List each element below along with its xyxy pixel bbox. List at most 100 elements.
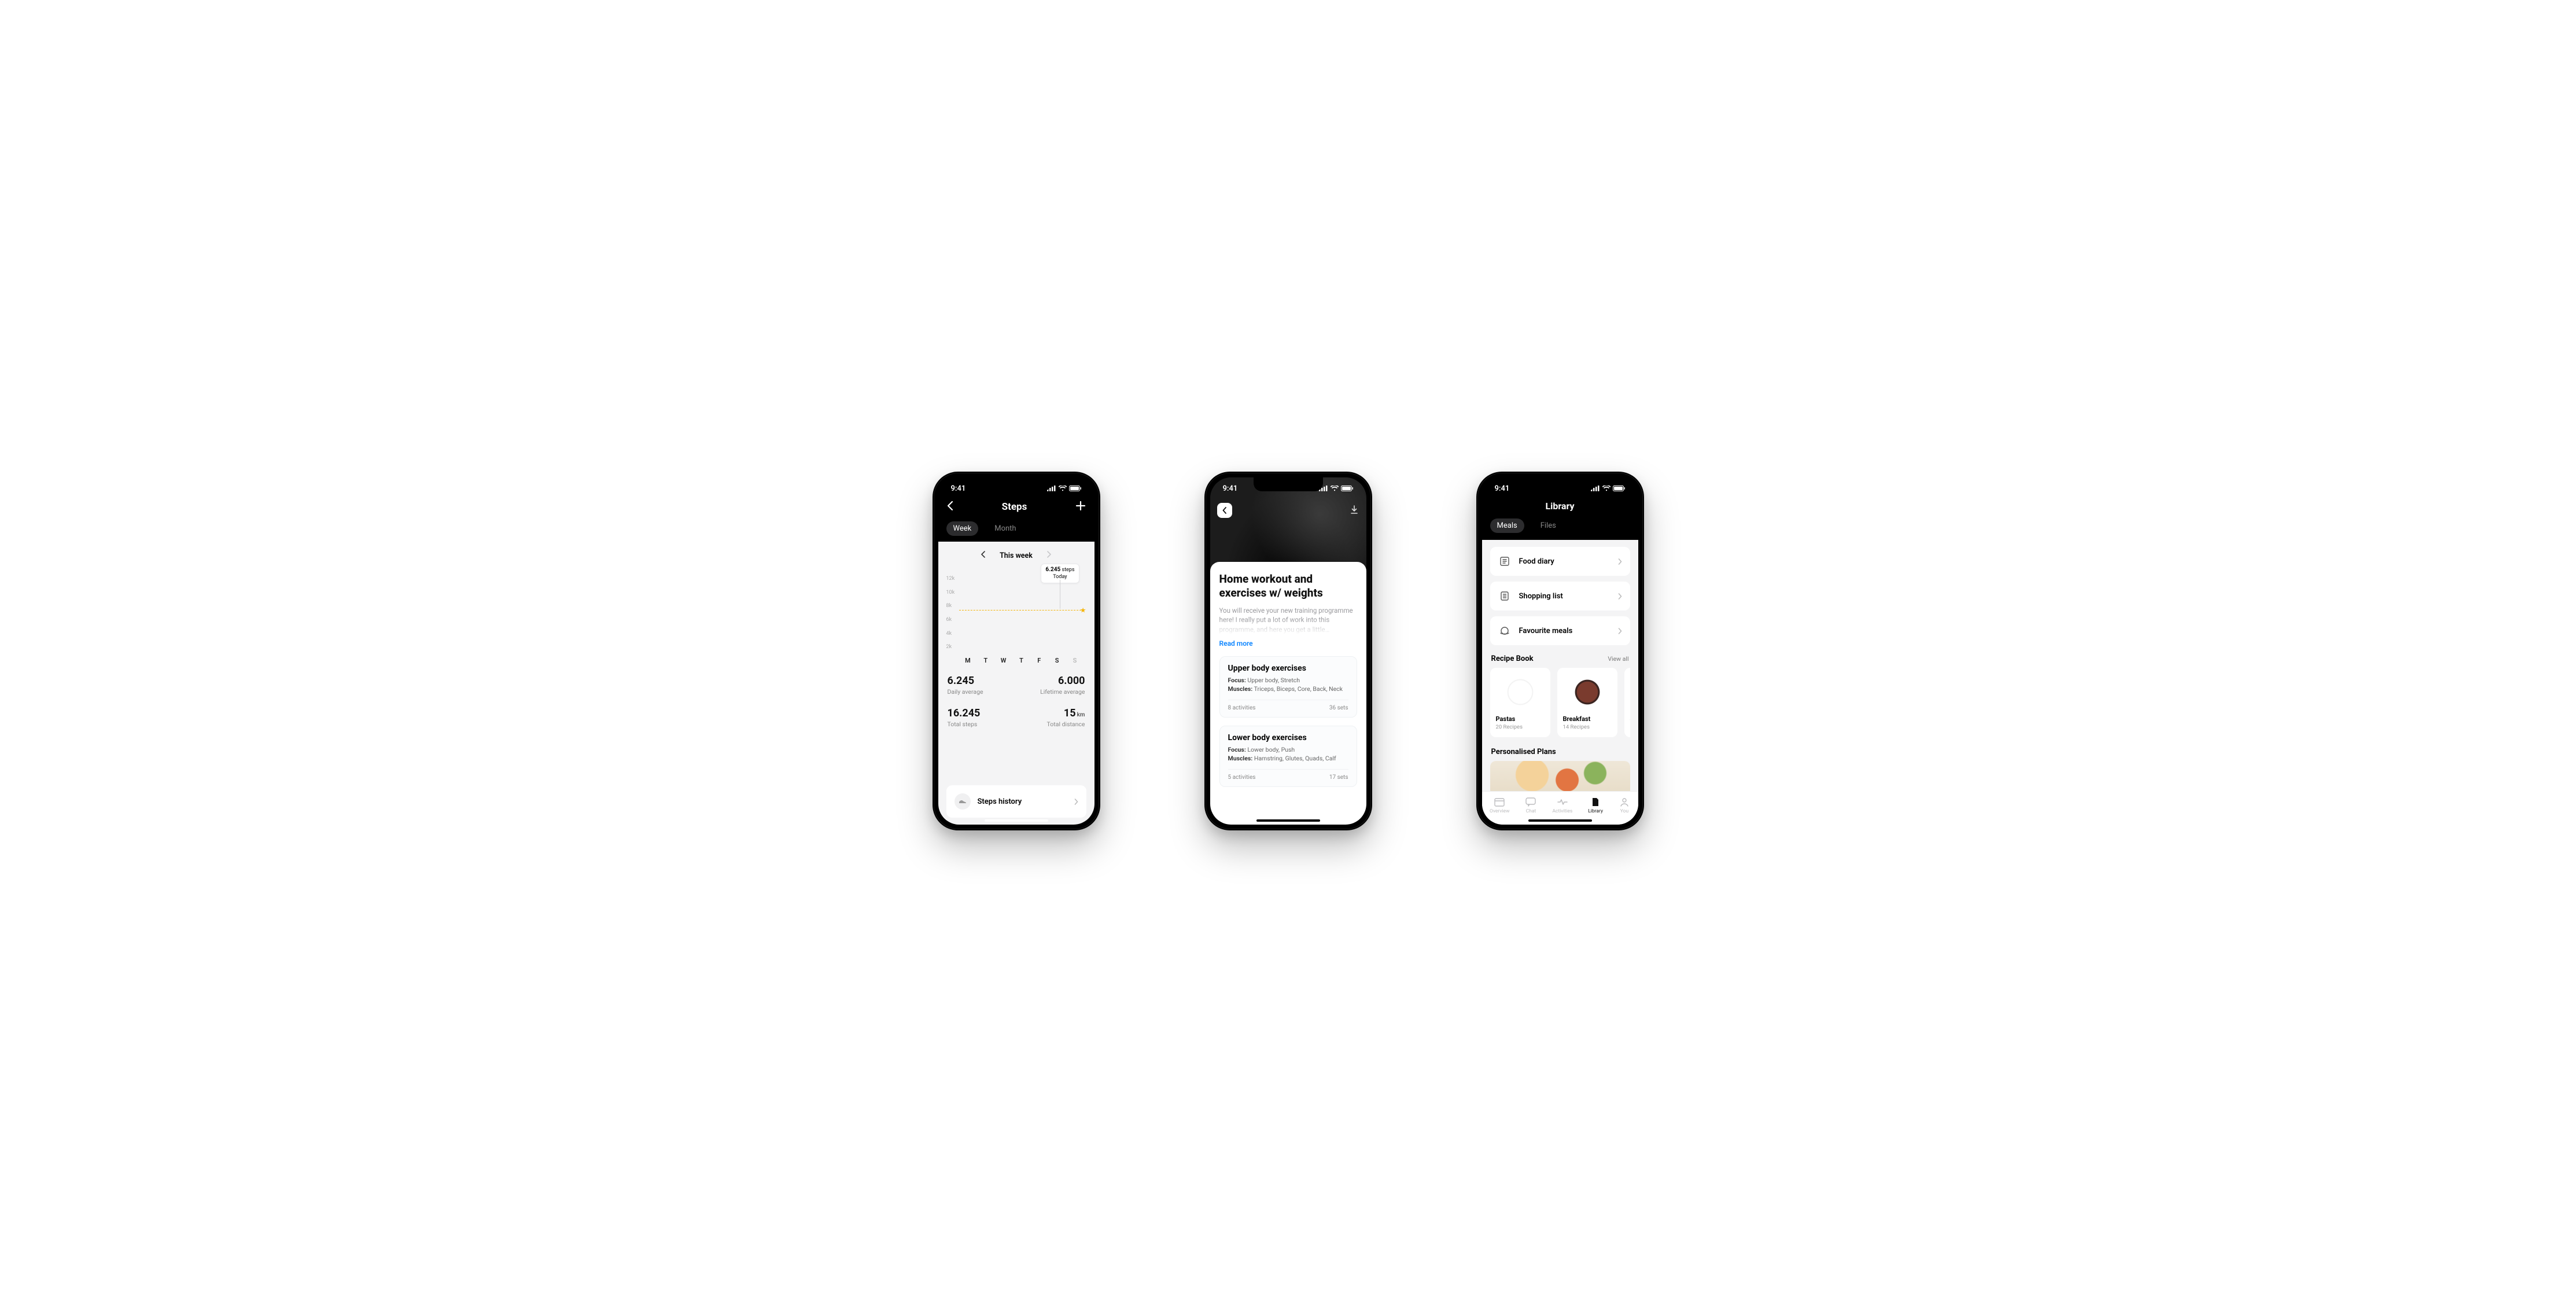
ytick: 12k	[946, 576, 955, 582]
recipe-name: Pastas	[1496, 715, 1545, 723]
steps-history-row[interactable]: Steps history	[946, 785, 1086, 818]
status-time: 9:41	[1223, 484, 1238, 493]
meta-value: Hamstring, Glutes, Quads, Calf	[1254, 755, 1336, 762]
recipe-card[interactable]: Pastas 20 Recipes	[1490, 668, 1550, 737]
chart-xaxis: M T W T F S S	[961, 657, 1082, 664]
shoe-icon	[955, 793, 971, 810]
wifi-icon	[1602, 486, 1611, 491]
recipe-card[interactable]: Smoothies 10 Recipes	[1624, 668, 1630, 737]
tab-label: You	[1620, 808, 1628, 814]
tab-chat[interactable]: Chat	[1525, 797, 1536, 814]
row-label: Food diary	[1519, 557, 1610, 566]
week-navigator: This week	[946, 551, 1086, 560]
steps-history-label: Steps history	[978, 797, 1067, 806]
phone-library: 9:41 Library Meals Files Food diary	[1476, 472, 1644, 830]
activities-count: 8 activities	[1228, 705, 1256, 711]
workout-sheet: Home workout and exercises w/ weights Yo…	[1210, 562, 1366, 825]
exercise-card-upper[interactable]: Upper body exercises Focus: Upper body, …	[1219, 656, 1357, 718]
steps-header: Steps Week Month	[938, 499, 1094, 542]
stat-value: 15	[1064, 707, 1076, 719]
row-shopping-list[interactable]: Shopping list	[1490, 582, 1630, 610]
stat-label: Total distance	[1047, 720, 1085, 728]
read-more-link[interactable]: Read more	[1219, 639, 1253, 648]
library-body: Food diary Shopping list Favourite meals…	[1482, 540, 1638, 825]
home-indicator[interactable]	[1528, 819, 1592, 822]
add-icon[interactable]	[1075, 501, 1086, 513]
week-prev-icon[interactable]	[981, 551, 986, 560]
stat-total-distance: 15km Total distance	[1047, 707, 1085, 728]
calendar-icon	[1494, 797, 1505, 807]
tab-meals[interactable]: Meals	[1490, 518, 1524, 533]
battery-icon	[1069, 486, 1082, 491]
segment-month[interactable]: Month	[987, 521, 1023, 536]
tab-overview[interactable]: Overview	[1490, 797, 1509, 814]
status-time: 9:41	[1495, 484, 1510, 493]
xaxis-label: T	[1015, 657, 1028, 664]
chat-icon	[1525, 797, 1536, 807]
recipe-sub: 20 Recipes	[1496, 724, 1545, 730]
notch	[1254, 477, 1323, 491]
home-indicator[interactable]	[1256, 819, 1320, 822]
workout-description: You will receive your new training progr…	[1219, 606, 1357, 635]
row-food-diary[interactable]: Food diary	[1490, 547, 1630, 576]
chevron-right-icon	[1618, 628, 1622, 634]
week-label: This week	[1000, 551, 1033, 560]
card-title: Upper body exercises	[1228, 664, 1348, 673]
meta-value: Triceps, Biceps, Core, Back, Neck	[1254, 685, 1343, 693]
recipe-thumb	[1563, 674, 1612, 711]
segment-week[interactable]: Week	[946, 521, 979, 536]
stats-row-2: 16.245 Total steps 15km Total distance	[946, 707, 1086, 737]
xaxis-label: F	[1033, 657, 1046, 664]
section-personalised-plans: Personalised Plans	[1491, 748, 1629, 756]
workout-hero: 9:41	[1210, 477, 1366, 570]
stat-lifetime-avg: 6.000 Lifetime average	[1040, 675, 1085, 696]
row-favourite-meals[interactable]: Favourite meals	[1490, 616, 1630, 645]
stats-row-1: 6.245 Daily average 6.000 Lifetime avera…	[946, 675, 1086, 696]
sets-count: 36 sets	[1329, 705, 1348, 711]
chevron-right-icon	[1074, 799, 1078, 805]
tab-label: Chat	[1526, 808, 1536, 814]
chevron-right-icon	[1618, 593, 1622, 599]
tab-label: Overview	[1490, 808, 1509, 814]
ytick: 0	[946, 649, 949, 654]
recipe-card[interactable]: Breakfast 14 Recipes	[1557, 668, 1617, 737]
home-indicator[interactable]	[985, 819, 1048, 822]
tab-files[interactable]: Files	[1534, 518, 1563, 533]
library-header: Library Meals Files	[1482, 499, 1638, 540]
chart-bars	[961, 569, 1082, 652]
screen-steps: 9:41 Steps Week Month	[938, 477, 1094, 825]
list-icon	[1498, 590, 1511, 602]
segmented-control: Week Month	[946, 521, 1086, 536]
library-tabs: Meals Files	[1490, 518, 1630, 533]
stat-label: Daily average	[948, 688, 983, 696]
status-icons	[1319, 486, 1354, 491]
stat-label: Total steps	[948, 720, 981, 728]
plate-icon	[1498, 624, 1511, 637]
recipe-sub: 14 Recipes	[1563, 724, 1612, 730]
book-icon	[1498, 555, 1511, 568]
stat-unit: km	[1077, 712, 1085, 718]
back-button[interactable]	[1217, 503, 1232, 518]
view-all-link[interactable]: View all	[1608, 655, 1628, 663]
back-icon[interactable]	[946, 501, 953, 513]
page-title: Steps	[1002, 501, 1027, 513]
tab-activities[interactable]: Activities	[1552, 797, 1572, 814]
download-icon	[1350, 505, 1358, 514]
heartbeat-icon	[1557, 797, 1568, 807]
screen-library: 9:41 Library Meals Files Food diary	[1482, 477, 1638, 825]
week-next-icon[interactable]	[1046, 551, 1051, 560]
download-button[interactable]	[1350, 505, 1358, 517]
card-title: Lower body exercises	[1228, 733, 1348, 742]
tab-you[interactable]: You	[1619, 797, 1630, 814]
battery-icon	[1341, 486, 1354, 491]
plan-card[interactable]	[1490, 761, 1630, 796]
tab-library[interactable]: Library	[1588, 797, 1603, 814]
exercise-card-lower[interactable]: Lower body exercises Focus: Lower body, …	[1219, 726, 1357, 787]
notch	[982, 477, 1051, 491]
section-recipe-book: Recipe Book View all	[1491, 654, 1629, 663]
recipe-scroller[interactable]: Pastas 20 Recipes Breakfast 14 Recipes S…	[1490, 668, 1630, 737]
recipe-name: Breakfast	[1563, 715, 1612, 723]
meta-value: Upper body, Stretch	[1247, 676, 1300, 684]
steps-chart: 12k 10k 8k 6k 4k 2k 0 ★ 6.245 steps Toda…	[946, 566, 1086, 664]
recipe-thumb	[1496, 674, 1545, 711]
